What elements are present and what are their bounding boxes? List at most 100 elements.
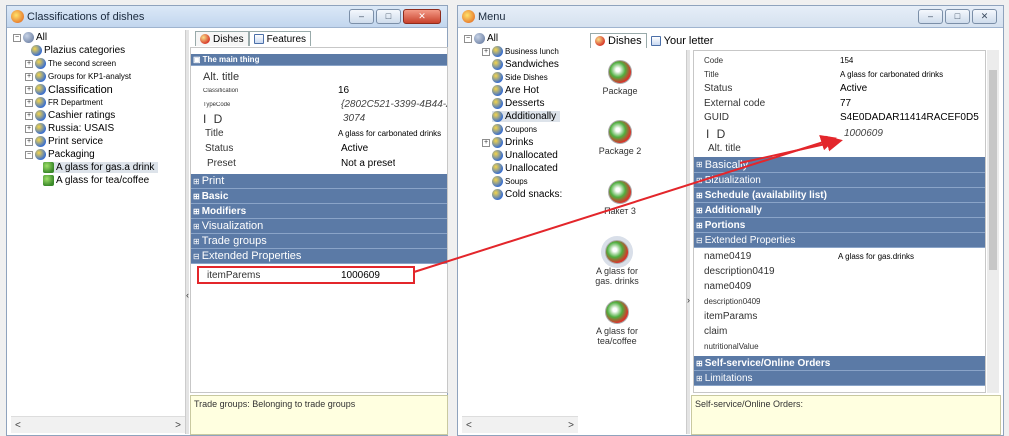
dish-card[interactable]: Пакет 3	[592, 180, 648, 216]
scroll-left-icon[interactable]: <	[466, 420, 472, 431]
tree-item[interactable]: Are Hot	[492, 85, 539, 96]
ext-prop-row[interactable]: claim	[694, 325, 985, 338]
right-splitter[interactable]: ›	[686, 50, 690, 434]
group-print[interactable]: ⊞ Print	[191, 174, 447, 189]
right-titlebar: Menu – □ ✕	[458, 6, 1003, 28]
group-basic[interactable]: ⊞ Basic	[191, 189, 447, 204]
group-extended-properties[interactable]: ⊟ Extended Properties	[191, 249, 447, 264]
right-description-panel: Self-service/Online Orders:	[691, 395, 1001, 435]
maximize-button[interactable]: □	[376, 9, 401, 24]
maximize-button[interactable]: □	[945, 9, 970, 24]
close-button[interactable]: ✕	[403, 9, 441, 24]
right-tree-hscroll[interactable]: < >	[462, 416, 578, 433]
tab-features[interactable]: Features	[248, 31, 312, 46]
category-icon	[492, 59, 503, 70]
left-window: Classifications of dishes – □ ✕ − All Pla…	[6, 5, 448, 436]
tree-item[interactable]: + Print service	[25, 136, 103, 147]
tree-item[interactable]: Cold snacks:	[492, 189, 562, 200]
right-grid-vscroll[interactable]	[987, 50, 999, 393]
minimize-button[interactable]: –	[349, 9, 374, 24]
tree-child-selected[interactable]: A glass for gas.a drink	[43, 162, 159, 173]
prop-classification[interactable]: Classification 16	[191, 84, 447, 97]
category-icon	[492, 189, 503, 200]
ext-prop-row[interactable]: name0409	[694, 280, 985, 293]
tab-dishes[interactable]: Dishes	[590, 33, 647, 48]
prop-alt-title[interactable]: Alt. title	[191, 70, 447, 83]
app-icon	[462, 10, 475, 23]
ext-prop-row[interactable]: name0419 A glass for gas.drinks	[694, 250, 985, 263]
tree-root[interactable]: − All	[13, 32, 47, 43]
group-main[interactable]: ▣ The main thing	[191, 54, 447, 66]
group-limitations[interactable]: ⊞ Limitations	[694, 371, 985, 386]
prop-preset[interactable]: Preset Not a preset	[191, 157, 447, 170]
ext-prop-row[interactable]: description0409	[694, 295, 985, 308]
tree-item[interactable]: + The second screen	[25, 58, 116, 69]
tree-item[interactable]: Plazius categories	[31, 45, 125, 56]
tree-item[interactable]: Unallocated	[492, 163, 558, 174]
tab-dishes[interactable]: Dishes	[195, 31, 249, 46]
right-properties-grid: Code 154 Title A glass for carbonated drin…	[693, 50, 986, 393]
dish-card-selected[interactable]: A glass for gas. drinks	[588, 240, 646, 286]
ext-prop-row[interactable]: nutritionalValue	[694, 340, 985, 353]
left-splitter[interactable]: ‹	[185, 30, 189, 434]
prop-itemparams[interactable]: itemParems 1000609	[197, 266, 415, 284]
close-button[interactable]: ✕	[972, 9, 997, 24]
tree-item[interactable]: + Drinks	[482, 137, 533, 148]
group-modifiers[interactable]: ⊞ Modifiers	[191, 204, 447, 219]
dish-icon	[608, 180, 632, 204]
group-basically[interactable]: ⊞ Basically	[694, 157, 985, 173]
tree-item[interactable]: + Russia: USAIS	[25, 123, 114, 134]
tree-item[interactable]: Coupons	[492, 124, 537, 135]
tree-root[interactable]: − All	[464, 33, 498, 44]
tab-your-letter[interactable]: Your letter	[647, 33, 718, 48]
ext-prop-row[interactable]: description0419	[694, 265, 985, 278]
tree-item[interactable]: Side Dishes	[492, 72, 548, 83]
scroll-thumb[interactable]	[989, 70, 997, 270]
prop-alt-title[interactable]: Alt. title	[694, 142, 985, 155]
tree-child[interactable]: A glass for tea/coffee	[43, 175, 149, 186]
dish-card[interactable]: Package	[592, 60, 648, 96]
prop-guid[interactable]: GUID S4E0DADAR11414RACEF0D5	[694, 111, 985, 124]
category-icon	[492, 98, 503, 109]
prop-id[interactable]: I D 3074	[191, 112, 447, 126]
scroll-right-icon[interactable]: >	[568, 420, 574, 431]
scroll-left-icon[interactable]: <	[15, 420, 21, 431]
prop-status[interactable]: Status Active	[694, 82, 985, 95]
ext-prop-row[interactable]: itemParams	[694, 310, 985, 323]
prop-title[interactable]: Title A glass for carbonated drinks	[694, 68, 985, 81]
prop-code[interactable]: Code 154	[694, 54, 985, 67]
tree-item[interactable]: + FR Department	[25, 97, 103, 108]
tree-item[interactable]: + Groups for KP1-analyst	[25, 71, 131, 82]
prop-id[interactable]: I D 1000609	[694, 127, 985, 141]
group-additionally[interactable]: ⊞ Additionally	[694, 203, 985, 218]
dish-card[interactable]: Package 2	[592, 120, 648, 156]
tree-item[interactable]: Unallocated	[492, 150, 558, 161]
group-schedule[interactable]: ⊞ Schedule (availability list)	[694, 188, 985, 203]
prop-typecode[interactable]: TypeCode{2802C521-3399-4B44-AA5	[191, 98, 447, 111]
right-tabs: Dishes Your letter	[590, 33, 717, 48]
tree-item[interactable]: + Classification	[25, 84, 113, 96]
tree-item[interactable]: + Business lunch	[482, 46, 559, 57]
group-portions[interactable]: ⊞ Portions	[694, 218, 985, 233]
scroll-right-icon[interactable]: >	[175, 420, 181, 431]
tree-item[interactable]: + Cashier ratings	[25, 110, 115, 121]
tree-item[interactable]: Desserts	[492, 98, 544, 109]
tree-item[interactable]: Soups	[492, 176, 528, 187]
tree-item[interactable]: Sandwiches	[492, 59, 559, 70]
dish-card[interactable]: A glass for tea/coffee	[588, 300, 646, 346]
prop-external-code[interactable]: External code 77	[694, 97, 985, 110]
group-visualization[interactable]: ⊞ Visualization	[191, 219, 447, 234]
prop-title[interactable]: Title A glass for carbonated drinks	[191, 127, 447, 140]
category-icon	[35, 71, 46, 82]
right-window-title: Menu	[478, 10, 506, 23]
tree-item[interactable]: − Packaging	[25, 149, 95, 160]
left-tree-hscroll[interactable]: < >	[11, 416, 185, 433]
prop-status[interactable]: Status Active	[191, 142, 447, 155]
right-tree: − All + Business lunch Sandwiches Side Dis…	[462, 31, 574, 416]
group-bizualization[interactable]: ⊞ Bizualization	[694, 173, 985, 188]
tree-item-selected[interactable]: Additionally	[492, 111, 561, 122]
group-self-service[interactable]: ⊞ Self-service/Online Orders	[694, 356, 985, 371]
minimize-button[interactable]: –	[918, 9, 943, 24]
group-extended-properties[interactable]: ⊟ Extended Properties	[694, 233, 985, 248]
group-trade-groups[interactable]: ⊞ Trade groups	[191, 234, 447, 249]
